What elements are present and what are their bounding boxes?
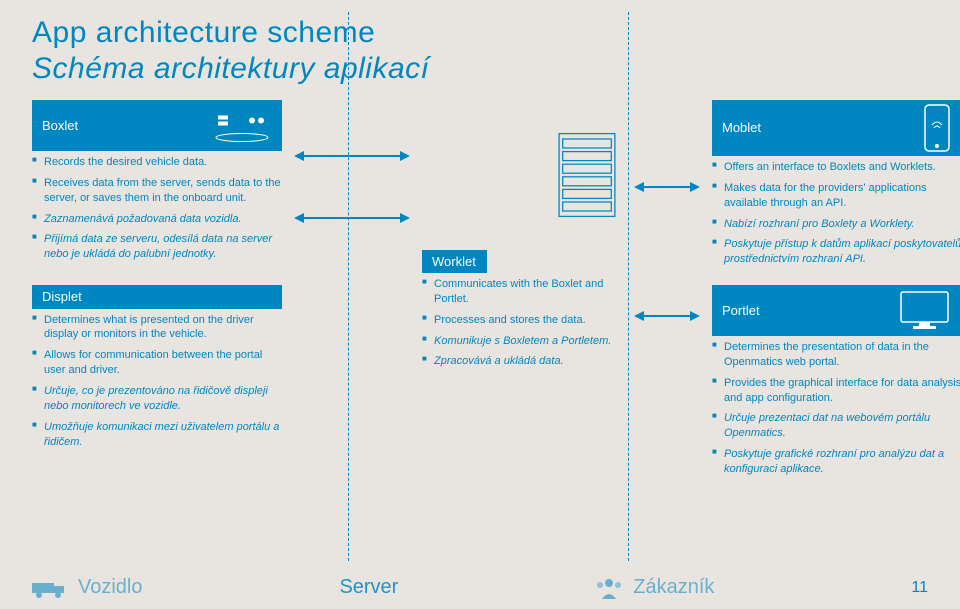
footer-vehicle-label: Vozidlo xyxy=(78,576,143,599)
displet-title: Displet xyxy=(42,288,82,306)
title-cz: Schéma architektury aplikací xyxy=(32,52,928,86)
architecture-grid: Boxlet Records the desired vehicle data.… xyxy=(32,100,928,483)
truck-icon xyxy=(32,577,68,599)
portlet-b2: Provides the graphical interface for dat… xyxy=(712,376,960,406)
boxlet-list: Records the desired vehicle data. Receiv… xyxy=(32,151,282,262)
footer-vehicle: Vozidlo xyxy=(32,576,143,599)
moblet-title: Moblet xyxy=(722,119,761,137)
title-en: App architecture scheme xyxy=(32,16,928,50)
moblet-block: Moblet Offers an interface to Boxlets an… xyxy=(712,100,960,273)
footer-server: Server xyxy=(339,576,398,599)
displet-b4: Umožňuje komunikaci mezi uživatelem port… xyxy=(32,420,282,450)
footer: Vozidlo Server Zákazník 11 xyxy=(32,576,928,599)
displet-b2: Allows for communication between the por… xyxy=(32,348,282,378)
arrow-worklet-portlet xyxy=(622,285,712,483)
tablet-icon xyxy=(922,103,952,153)
moblet-b2: Makes data for the providers' applicatio… xyxy=(712,181,960,211)
displet-list: Determines what is presented on the driv… xyxy=(32,309,282,450)
double-arrow-icon xyxy=(302,217,402,219)
displet-header: Displet xyxy=(32,285,282,309)
double-arrow-icon xyxy=(642,186,692,188)
empty-cell xyxy=(282,285,422,483)
boxlet-block: Boxlet Records the desired vehicle data.… xyxy=(32,100,282,273)
boxlet-b2: Receives data from the server, sends dat… xyxy=(32,176,282,206)
section-divider xyxy=(348,12,349,561)
worklet-list: Communicates with the Boxlet and Portlet… xyxy=(422,273,622,369)
arrow-boxlet-worklet xyxy=(282,100,422,273)
footer-customer-label: Zákazník xyxy=(633,576,714,599)
boxlet-header: Boxlet xyxy=(32,100,282,151)
boxlet-b4: Přijímá data ze serveru, odesílá data na… xyxy=(32,232,282,262)
moblet-list: Offers an interface to Boxlets and Workl… xyxy=(712,156,960,267)
onboard-unit-icon xyxy=(212,103,272,148)
worklet-b1: Communicates with the Boxlet and Portlet… xyxy=(422,277,622,307)
worklet-block-top: Worklet xyxy=(422,100,622,273)
displet-b3: Určuje, co je prezentováno na řidičově d… xyxy=(32,384,282,414)
boxlet-title: Boxlet xyxy=(42,117,78,135)
footer-customer: Zákazník xyxy=(595,576,714,599)
worklet-title: Worklet xyxy=(422,250,487,274)
displet-b1: Determines what is presented on the driv… xyxy=(32,313,282,343)
moblet-b1: Offers an interface to Boxlets and Workl… xyxy=(712,160,960,175)
section-divider xyxy=(628,12,629,561)
double-arrow-icon xyxy=(642,315,692,317)
portlet-b1: Determines the presentation of data in t… xyxy=(712,340,960,370)
portlet-header: Portlet xyxy=(712,285,960,336)
worklet-b3: Komunikuje s Boxletem a Portletem. xyxy=(422,334,622,349)
footer-server-label: Server xyxy=(339,576,398,599)
monitor-icon xyxy=(897,288,952,333)
worklet-list-block: Communicates with the Boxlet and Portlet… xyxy=(422,285,622,483)
boxlet-b3: Zaznamenává požadovaná data vozidla. xyxy=(32,212,282,227)
portlet-block: Portlet Determines the presentation of d… xyxy=(712,285,960,483)
arrow-worklet-moblet xyxy=(622,100,712,273)
displet-block: Displet Determines what is presented on … xyxy=(32,285,282,483)
worklet-b4: Zpracovává a ukládá data. xyxy=(422,354,622,369)
people-icon xyxy=(595,577,623,599)
worklet-b2: Processes and stores the data. xyxy=(422,313,622,328)
portlet-b3: Určuje prezentaci dat na webovém portálu… xyxy=(712,411,960,441)
moblet-b3: Nabízí rozhraní pro Boxlety a Worklety. xyxy=(712,217,960,232)
portlet-list: Determines the presentation of data in t… xyxy=(712,336,960,477)
moblet-header: Moblet xyxy=(712,100,960,156)
page-number: 11 xyxy=(911,579,928,597)
portlet-b4: Poskytuje grafické rozhraní pro analýzu … xyxy=(712,447,960,477)
double-arrow-icon xyxy=(302,155,402,157)
moblet-b4: Poskytuje přístup k datům aplikací posky… xyxy=(712,237,960,267)
portlet-title: Portlet xyxy=(722,302,760,320)
server-rack-icon xyxy=(552,130,622,220)
boxlet-b1: Records the desired vehicle data. xyxy=(32,155,282,170)
